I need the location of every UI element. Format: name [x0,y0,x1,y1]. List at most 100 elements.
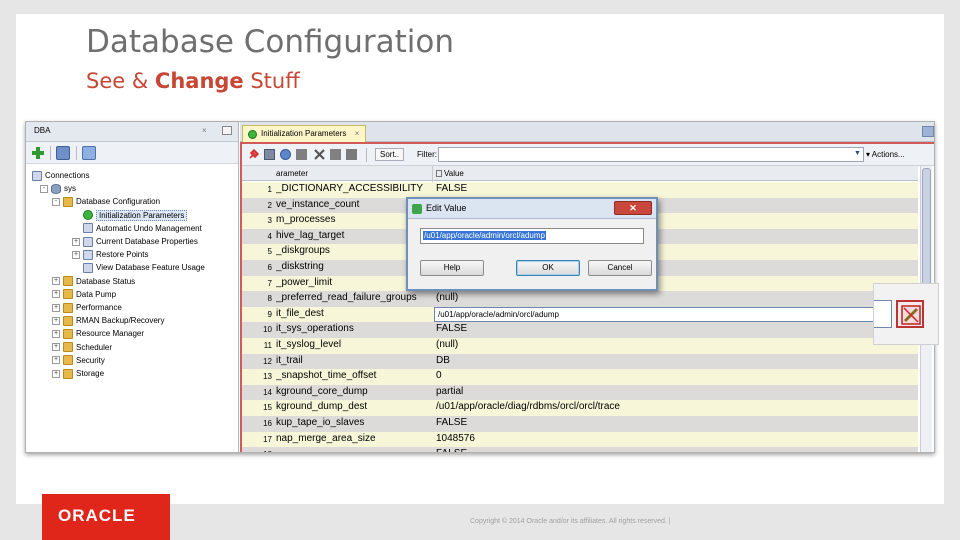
parameter-value-cell[interactable]: 0 [436,370,916,381]
commit-icon[interactable] [330,149,341,160]
ok-button[interactable]: OK [516,260,580,276]
parameter-value-cell[interactable]: FALSE [436,323,916,334]
delete-icon[interactable] [314,149,325,160]
table-row[interactable]: 18 FALSE [242,447,918,452]
expand-icon[interactable]: + [52,303,60,312]
tree-item[interactable]: + Database Status [52,275,135,288]
scrollbar-thumb[interactable] [922,168,931,288]
collapse-icon[interactable]: - [52,197,60,206]
table-row[interactable]: 14 kground_core_dump partial [242,384,918,401]
tab-initialization-parameters[interactable]: Initialization Parameters × [242,125,367,142]
dba-tabbar: DBA × [26,122,238,142]
row-number: 10 [263,325,272,335]
close-icon[interactable]: × [202,126,207,135]
parameter-value-cell[interactable]: FALSE [436,448,916,452]
expand-icon[interactable]: + [52,316,60,325]
folder-icon [63,328,73,339]
edit-value-field[interactable]: /u01/app/oracle/admin/orcl/adump [420,228,644,244]
tree-item[interactable]: Connections [32,169,89,182]
table-row[interactable]: 11 it_syslog_level (null) [242,338,918,354]
tree-item[interactable]: - sys [40,182,76,195]
tree-item[interactable]: + Current Database Properties [72,235,198,248]
parameter-value-cell[interactable]: (null) [436,339,916,350]
close-icon[interactable]: × [355,129,360,138]
row-number: 7 [267,278,272,288]
parameter-value-cell[interactable]: FALSE [436,183,916,194]
collapse-icon[interactable]: - [40,184,48,193]
edit-value-button[interactable] [896,300,924,328]
column-header-value[interactable]: Value [436,169,464,178]
tree-item[interactable]: + RMAN Backup/Recovery [52,314,164,327]
table-row[interactable]: 13 _snapshot_time_offset 0 [242,369,918,385]
parameter-name-cell: it_trail [276,354,303,366]
sort-button[interactable]: Sort.. [375,148,405,161]
rollback-icon[interactable] [346,149,357,160]
save-icon[interactable] [264,149,275,160]
parameter-name-cell: _DICTIONARY_ACCESSIBILITY [276,183,424,194]
expand-icon[interactable]: + [72,237,80,246]
minimize-icon[interactable] [222,126,232,135]
filter-input[interactable] [438,147,864,162]
table-row[interactable]: 8 _preferred_read_failure_groups (null) [242,291,918,307]
toolbar-divider [76,146,77,160]
table-row[interactable]: 9 it_file_dest/u01/app/oracle/admin/orcl/… [242,306,918,323]
table-row[interactable]: 15 kground_dump_dest/u01/app/oracle/diag/… [242,400,918,416]
tree-item-label: Scheduler [76,342,113,352]
tree-item[interactable]: View Database Feature Usage [72,261,205,274]
dba-tab[interactable]: DBA [28,124,56,137]
parameter-value-cell[interactable]: /u01/app/oracle/diag/rdbms/orcl/orcl/tra… [436,401,916,412]
parameter-value-cell[interactable]: 1048576 [436,433,916,444]
expand-icon[interactable]: + [52,277,60,286]
tree-item[interactable]: + Performance [52,301,122,314]
tree-item[interactable]: + Resource Manager [52,327,144,340]
parameter-value-cell[interactable]: (null) [436,292,916,303]
expand-icon[interactable]: + [52,343,60,352]
row-number: 9 [267,309,272,319]
tree-item[interactable]: - Database Configuration [52,195,160,208]
tree-item-label: Current Database Properties [96,237,198,246]
parameter-value-cell[interactable]: partial [436,386,916,397]
tree-item[interactable]: + Scheduler [52,341,112,354]
dba-toolbar [26,142,238,164]
expand-icon[interactable]: + [72,250,80,259]
expand-icon[interactable]: + [52,369,60,378]
table-row[interactable]: 1 _DICTIONARY_ACCESSIBILITY FALSE [242,182,918,198]
tree-item[interactable]: Initialization Parameters [72,209,188,222]
tree-item-label: RMAN Backup/Recovery [76,316,165,326]
expand-icon[interactable]: + [52,290,60,299]
refresh-icon[interactable] [56,146,70,160]
expand-icon[interactable]: + [52,329,60,338]
insert-row-icon[interactable] [296,149,307,160]
green-dot-icon [248,130,257,139]
cancel-button[interactable]: Cancel [588,260,652,276]
document-icon [83,236,93,247]
refresh-icon[interactable] [280,149,291,160]
dialog-close-button[interactable]: ✕ [614,201,652,215]
tree-item[interactable]: + Security [52,354,105,367]
value-edit-field[interactable]: /u01/app/oracle/admin/orcl/adump [434,306,892,322]
table-row[interactable]: 10 it_sys_operations FALSE [242,322,918,338]
tree-item[interactable]: Automatic Undo Management [72,222,202,235]
tree-item[interactable]: + Storage [52,367,104,380]
chevron-down-icon[interactable]: ▼ [854,150,861,157]
table-row[interactable]: 12 it_trail DB [242,353,918,370]
tree-item[interactable]: + Restore Points [72,248,148,261]
parameter-value-cell[interactable]: FALSE [436,417,916,428]
folder-icon [63,302,73,313]
column-header-parameter[interactable]: arameter [276,166,432,181]
pin-icon[interactable] [248,149,259,160]
table-row[interactable]: 16 kup_tape_io_slaves FALSE [242,416,918,432]
actions-menu[interactable]: ▾ Actions... [866,150,905,159]
table-row[interactable]: 17 nap_merge_area_size 1048576 [242,431,918,448]
dialog-titlebar: Edit Value ✕ [408,199,656,219]
tab-list-button[interactable] [922,126,934,137]
parameter-value-cell[interactable]: DB [436,355,916,366]
filter-icon[interactable] [82,146,96,160]
expand-icon[interactable]: + [52,356,60,365]
column-header-value-label: Value [444,169,464,178]
add-icon[interactable] [31,146,45,160]
document-icon [83,223,93,234]
tree-item[interactable]: + Data Pump [52,288,116,301]
dba-panel: DBA × Connections - sys - Database Configura… [26,122,239,452]
help-button[interactable]: Help [420,260,484,276]
